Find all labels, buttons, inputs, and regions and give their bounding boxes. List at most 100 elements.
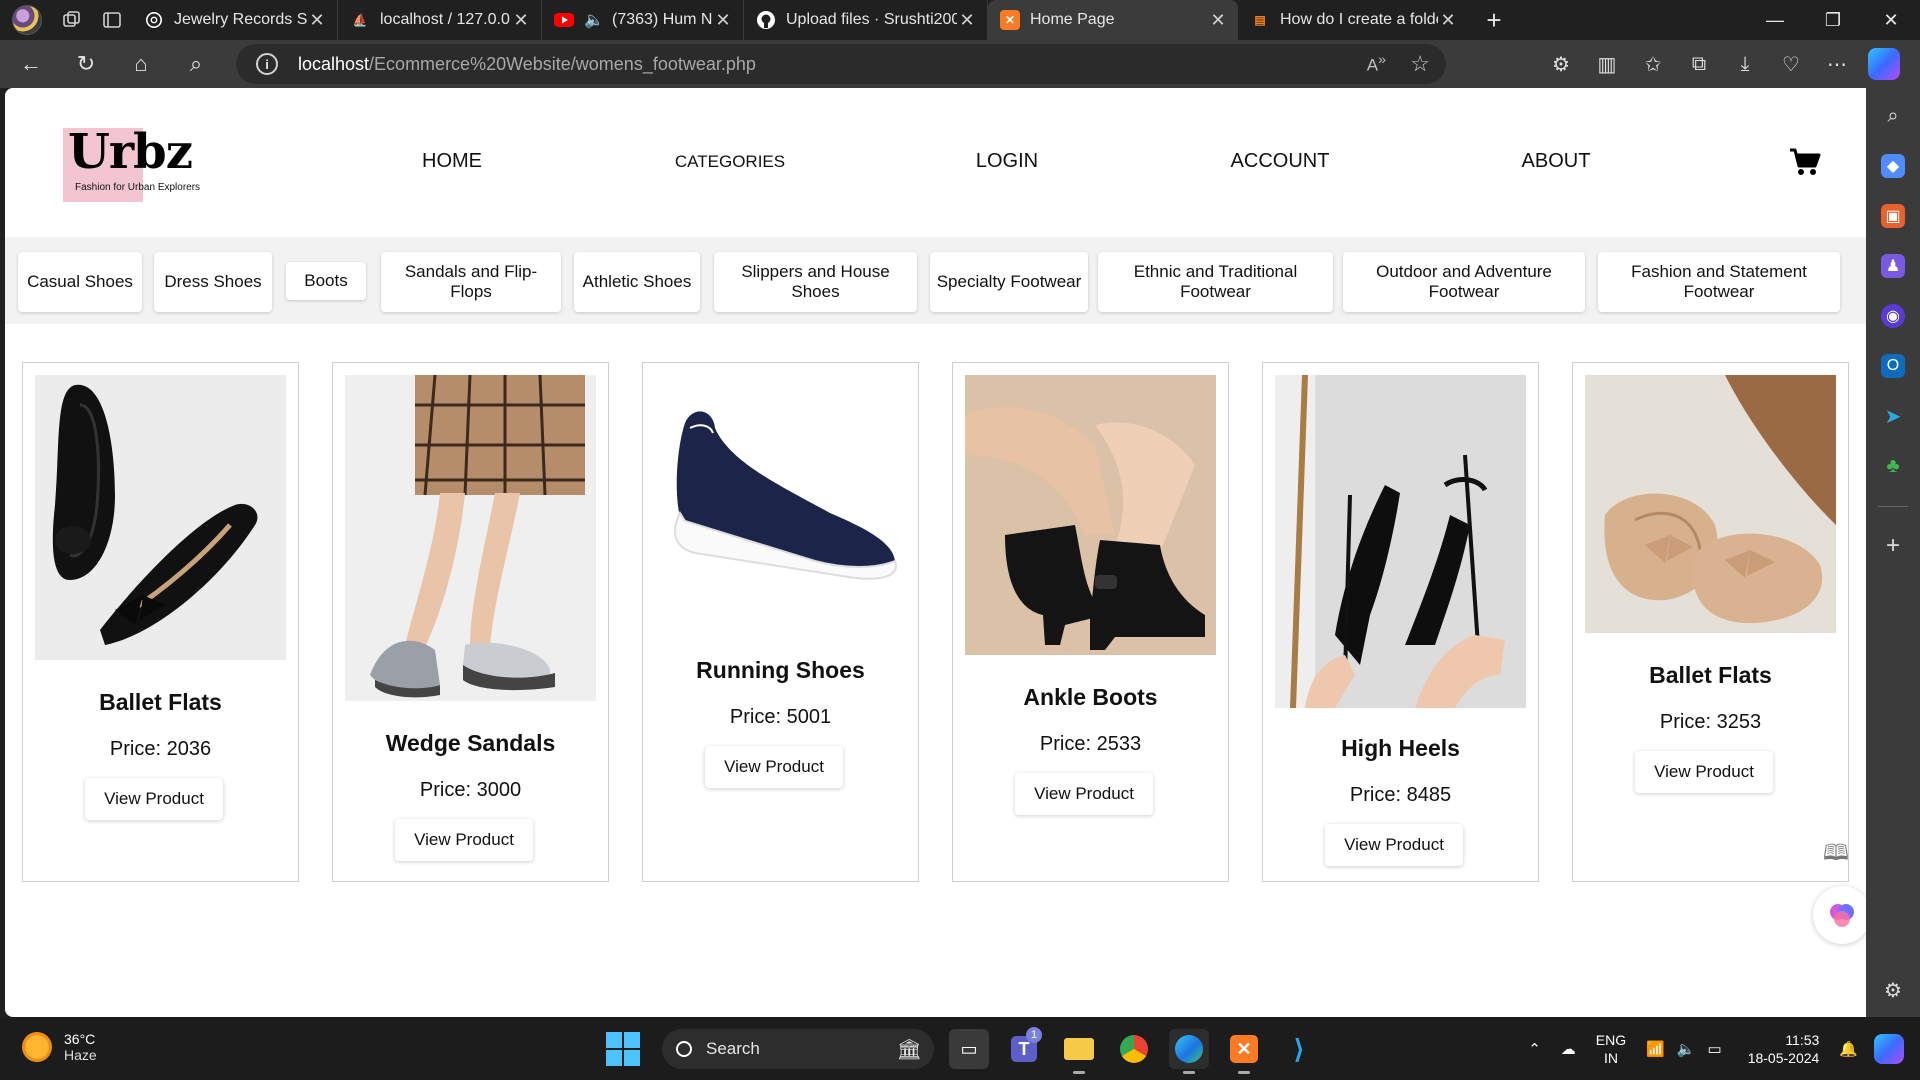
tree-icon[interactable]: ♣ bbox=[1881, 454, 1905, 478]
close-tab-icon[interactable]: ✕ bbox=[957, 10, 977, 31]
nav-categories[interactable]: CATEGORIES bbox=[675, 152, 785, 172]
browser-tab[interactable]: Upload files · Srushti2003 ✕ bbox=[744, 0, 988, 40]
extensions-icon[interactable]: ⚙ bbox=[1538, 44, 1584, 84]
browser-tab[interactable]: 🔈 (7363) Hum Nahi Su ✕ bbox=[542, 0, 744, 40]
nav-home[interactable]: HOME bbox=[422, 150, 482, 173]
copilot-icon[interactable] bbox=[1868, 48, 1900, 80]
speaker-icon[interactable]: 🔈 bbox=[584, 10, 604, 30]
add-sidebar-app-icon[interactable]: + bbox=[1881, 532, 1905, 559]
taskbar-search-label: Search bbox=[706, 1039, 760, 1058]
close-tab-icon[interactable]: ✕ bbox=[1208, 10, 1228, 31]
battery-icon[interactable]: ▭ bbox=[1708, 1040, 1722, 1058]
tab-label: Home Page bbox=[1030, 11, 1115, 28]
product-image[interactable] bbox=[1585, 375, 1836, 633]
copilot-brain-icon[interactable] bbox=[1813, 886, 1866, 944]
telegram-icon[interactable]: ➤ bbox=[1881, 404, 1905, 428]
view-product-button[interactable]: View Product bbox=[705, 746, 843, 788]
reload-icon[interactable]: ↻ bbox=[62, 44, 110, 84]
chrome-icon[interactable] bbox=[1114, 1029, 1154, 1069]
browser-tab[interactable]: ⛵ localhost / 127.0.0.1 / urb ✕ bbox=[338, 0, 542, 40]
category-dress-shoes[interactable]: Dress Shoes bbox=[154, 252, 272, 312]
category-specialty[interactable]: Specialty Footwear bbox=[930, 252, 1088, 312]
browser-essentials-icon[interactable]: ♡ bbox=[1768, 44, 1814, 84]
close-tab-icon[interactable]: ✕ bbox=[307, 10, 327, 31]
edge-icon[interactable] bbox=[1169, 1029, 1209, 1074]
close-tab-icon[interactable]: ✕ bbox=[1438, 10, 1458, 31]
close-tab-icon[interactable]: ✕ bbox=[511, 10, 531, 31]
search-icon[interactable]: ⌕ bbox=[172, 44, 220, 84]
nav-about[interactable]: ABOUT bbox=[1522, 150, 1591, 173]
new-tab-button[interactable]: + bbox=[1474, 0, 1514, 40]
weather-temp: 36°C bbox=[64, 1031, 96, 1047]
category-slippers[interactable]: Slippers and House Shoes bbox=[714, 252, 917, 312]
start-windows-icon[interactable] bbox=[606, 1032, 640, 1066]
view-product-button[interactable]: View Product bbox=[1325, 824, 1463, 866]
view-product-button[interactable]: View Product bbox=[1015, 773, 1153, 815]
collections-icon[interactable]: ⧉ bbox=[1676, 44, 1722, 84]
minimize-icon[interactable]: — bbox=[1746, 0, 1804, 40]
view-product-button[interactable]: View Product bbox=[85, 778, 223, 820]
weather-condition: Haze bbox=[64, 1047, 97, 1063]
product-image[interactable] bbox=[655, 393, 906, 605]
favorite-star-icon[interactable]: ☆ bbox=[1410, 51, 1430, 77]
tab-actions-icon[interactable] bbox=[92, 0, 132, 40]
settings-gear-icon[interactable]: ⚙ bbox=[1881, 978, 1905, 1002]
outlook-icon[interactable]: O bbox=[1881, 354, 1905, 378]
category-ethnic[interactable]: Ethnic and Traditional Footwear bbox=[1098, 252, 1333, 312]
read-aloud-icon[interactable]: A» bbox=[1367, 52, 1386, 76]
immersive-reader-icon[interactable]: 🕮 bbox=[1823, 836, 1849, 874]
onedrive-icon[interactable]: ☁ bbox=[1561, 1040, 1576, 1058]
language-indicator[interactable]: ENG IN bbox=[1596, 1031, 1626, 1067]
taskbar-search[interactable]: Search 🏛 bbox=[662, 1029, 934, 1069]
product-image[interactable] bbox=[35, 375, 286, 660]
category-sandals[interactable]: Sandals and Flip-Flops bbox=[381, 252, 561, 312]
weather-widget[interactable]: 36°C Haze bbox=[22, 1031, 97, 1063]
teams-icon[interactable]: T 1 bbox=[1004, 1027, 1044, 1069]
cart-icon[interactable] bbox=[1788, 146, 1822, 178]
volume-icon[interactable]: 🔈 bbox=[1677, 1040, 1696, 1058]
category-boots[interactable]: Boots bbox=[286, 262, 366, 300]
xampp-icon[interactable]: ✕ bbox=[1224, 1029, 1264, 1074]
product-image[interactable] bbox=[1275, 375, 1526, 708]
view-product-button[interactable]: View Product bbox=[1635, 751, 1773, 793]
category-outdoor[interactable]: Outdoor and Adventure Footwear bbox=[1343, 252, 1585, 312]
split-screen-icon[interactable]: ▥ bbox=[1584, 44, 1630, 84]
file-explorer-icon[interactable] bbox=[1059, 1029, 1099, 1074]
category-casual-shoes[interactable]: Casual Shoes bbox=[18, 252, 142, 312]
notifications-bell-icon[interactable]: 🔔 bbox=[1839, 1040, 1858, 1058]
restore-icon[interactable]: ❐ bbox=[1804, 0, 1862, 40]
browser-tab[interactable]: Jewelry Records Summar ✕ bbox=[132, 0, 338, 40]
view-product-button[interactable]: View Product bbox=[395, 819, 533, 861]
tools-briefcase-icon[interactable]: ▣ bbox=[1881, 204, 1905, 228]
close-tab-icon[interactable]: ✕ bbox=[713, 10, 733, 31]
address-bar[interactable]: i localhost/Ecommerce%20Website/womens_f… bbox=[236, 44, 1446, 84]
product-image[interactable] bbox=[345, 375, 596, 701]
site-info-icon[interactable]: i bbox=[256, 53, 278, 75]
category-athletic-shoes[interactable]: Athletic Shoes bbox=[574, 252, 700, 312]
more-menu-icon[interactable]: ⋯ bbox=[1814, 44, 1860, 84]
product-name: Wedge Sandals bbox=[385, 730, 556, 756]
show-hidden-icons[interactable]: ⌃ bbox=[1528, 1040, 1541, 1058]
games-icon[interactable]: ♟ bbox=[1881, 254, 1905, 278]
search-icon[interactable]: ⌕ bbox=[1881, 104, 1905, 128]
workspaces-icon[interactable] bbox=[52, 0, 92, 40]
home-icon[interactable]: ⌂ bbox=[117, 44, 165, 84]
product-image[interactable] bbox=[965, 375, 1216, 655]
nav-account[interactable]: ACCOUNT bbox=[1231, 150, 1330, 173]
browser-tab-active[interactable]: ✕ Home Page ✕ bbox=[988, 0, 1238, 40]
browser-tab[interactable]: ▤ How do I create a folder ✕ bbox=[1238, 0, 1468, 40]
close-window-icon[interactable]: ✕ bbox=[1862, 0, 1920, 40]
microsoft365-icon[interactable]: ◉ bbox=[1881, 304, 1905, 328]
back-icon[interactable]: ← bbox=[7, 44, 55, 84]
downloads-icon[interactable]: ⤓ bbox=[1722, 44, 1768, 84]
category-fashion[interactable]: Fashion and Statement Footwear bbox=[1598, 252, 1840, 312]
wifi-icon[interactable]: 📶 bbox=[1646, 1040, 1665, 1058]
nav-login[interactable]: LOGIN bbox=[976, 150, 1038, 173]
clock[interactable]: 11:53 18-05-2024 bbox=[1748, 1031, 1820, 1067]
profile-avatar[interactable] bbox=[12, 5, 42, 35]
task-view-icon[interactable]: ▭ bbox=[949, 1029, 989, 1069]
shopping-tag-icon[interactable]: ◆ bbox=[1881, 154, 1905, 178]
copilot-taskbar-icon[interactable] bbox=[1874, 1033, 1904, 1064]
favorites-icon[interactable]: ✩ bbox=[1630, 44, 1676, 84]
vscode-icon[interactable]: ⟩ bbox=[1279, 1029, 1319, 1069]
